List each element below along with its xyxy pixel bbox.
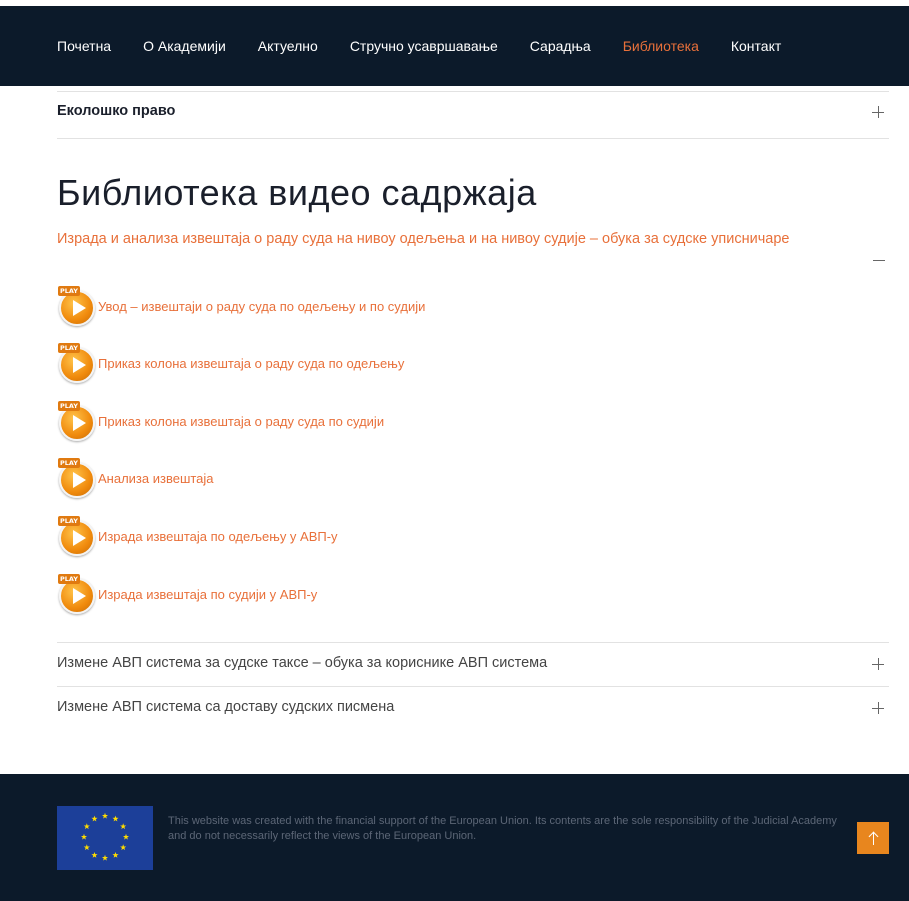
video-label: Анализа извештаја — [98, 470, 214, 486]
eu-star — [83, 844, 90, 851]
video-link[interactable]: PLAY Анализа извештаја — [57, 458, 214, 498]
plus-icon[interactable] — [872, 702, 884, 714]
accordion-title-court-fees[interactable]: Измене АВП система за судске таксе – обу… — [57, 655, 547, 671]
divider — [57, 91, 889, 92]
eu-star — [122, 833, 130, 840]
video-link[interactable]: PLAY Увод – извештаји о раду суда по оде… — [57, 286, 425, 326]
video-label: Увод – извештаји о раду суда по одељењу … — [98, 298, 426, 314]
plus-icon[interactable] — [872, 658, 884, 670]
divider — [57, 642, 889, 643]
play-icon: PLAY — [57, 343, 97, 383]
footer: This website was created with the financ… — [0, 774, 909, 901]
accordion-title-ecology-law[interactable]: Еколошко право — [57, 103, 175, 119]
eu-star — [101, 812, 109, 819]
video-link[interactable]: PLAY Израда извештаја по одељењу у АВП-у — [57, 516, 338, 556]
video-label: Приказ колона извештаја о раду суда по о… — [98, 355, 405, 371]
nav-item-cooperation[interactable]: Сарадња — [530, 38, 591, 54]
nav-item-home[interactable]: Почетна — [57, 38, 111, 54]
plus-icon[interactable] — [872, 106, 884, 118]
play-icon: PLAY — [57, 516, 97, 556]
video-link[interactable]: PLAY Приказ колона извештаја о раду суда… — [57, 401, 384, 441]
eu-star — [80, 833, 88, 840]
divider — [57, 138, 889, 139]
divider — [57, 686, 889, 687]
play-icon: PLAY — [57, 574, 97, 614]
eu-star — [120, 844, 127, 851]
nav-item-about[interactable]: О Академији — [143, 38, 226, 54]
eu-star — [112, 815, 119, 822]
nav-item-contact[interactable]: Контакт — [731, 38, 781, 54]
video-label: Израда извештаја по судији у АВП-у — [98, 586, 318, 602]
eu-star — [83, 823, 90, 830]
play-icon: PLAY — [57, 458, 97, 498]
eu-star — [91, 815, 98, 822]
accordion-title-active[interactable]: Израда и анализа извештаја о раду суда н… — [57, 231, 789, 247]
minus-icon[interactable] — [873, 254, 885, 266]
page-title: Библиотека видео садржаја — [57, 172, 537, 213]
play-icon: PLAY — [57, 286, 97, 326]
nav-item-training[interactable]: Стручно усавршавање — [350, 38, 498, 54]
video-link[interactable]: PLAY Израда извештаја по судији у АВП-у — [57, 574, 317, 614]
footer-disclaimer: This website was created with the financ… — [168, 815, 837, 842]
video-label: Израда извештаја по одељењу у АВП-у — [98, 528, 338, 544]
eu-flag — [57, 806, 153, 870]
play-icon: PLAY — [57, 401, 97, 441]
accordion-title-delivery[interactable]: Измене АВП система са доставу судских пи… — [57, 699, 394, 715]
nav-item-news[interactable]: Актуелно — [258, 38, 318, 54]
arrow-up-icon[interactable] — [857, 822, 889, 854]
main-navigation: Почетна О Академији Актуелно Стручно уса… — [0, 6, 909, 86]
eu-star — [91, 851, 98, 858]
eu-star — [112, 851, 119, 858]
video-link[interactable]: PLAY Приказ колона извештаја о раду суда… — [57, 343, 404, 383]
nav-menu: Почетна О Академији Актуелно Стручно уса… — [57, 38, 813, 54]
eu-star — [101, 854, 109, 861]
video-label: Приказ колона извештаја о раду суда по с… — [98, 413, 385, 429]
nav-item-library[interactable]: Библиотека — [623, 38, 699, 54]
eu-star — [120, 823, 127, 830]
